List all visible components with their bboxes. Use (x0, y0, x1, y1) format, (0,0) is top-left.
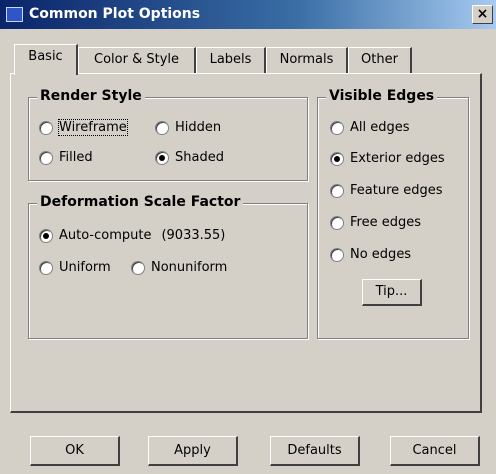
radio-feature-edges[interactable]: Feature edges (330, 183, 443, 198)
radio-free-edges-circle (330, 215, 344, 230)
radio-uniform[interactable]: Uniform (39, 260, 111, 275)
tab-labels[interactable]: Labels (196, 47, 266, 73)
radio-wireframe-circle (39, 120, 53, 135)
radio-auto-compute[interactable]: Auto-compute (9033.55) (39, 228, 225, 243)
apply-button[interactable]: Apply (148, 436, 238, 466)
radio-free-edges[interactable]: Free edges (330, 215, 421, 230)
radio-auto-compute-label: Auto-compute (59, 228, 152, 243)
tab-strip: Basic Color & Style Labels Normals Other (0, 44, 496, 75)
radio-hidden-circle (155, 120, 169, 135)
cancel-button[interactable]: Cancel (390, 436, 480, 466)
defaults-button[interactable]: Defaults (270, 436, 360, 466)
radio-exterior-edges-circle (330, 151, 344, 166)
radio-exterior-edges[interactable]: Exterior edges (330, 151, 445, 166)
title-bar[interactable]: Common Plot Options × (0, 0, 496, 29)
render-style-group: Render Style Wireframe Hidden Filled Sha… (28, 88, 308, 181)
radio-hidden[interactable]: Hidden (155, 120, 221, 135)
tab-normals[interactable]: Normals (266, 47, 348, 73)
auto-compute-value: (9033.55) (161, 228, 226, 243)
radio-filled[interactable]: Filled (39, 150, 93, 165)
tip-button[interactable]: Tip... (362, 279, 422, 306)
radio-all-edges[interactable]: All edges (330, 120, 410, 135)
radio-no-edges-label: No edges (350, 247, 412, 262)
tab-basic[interactable]: Basic (14, 44, 78, 75)
radio-filled-label: Filled (59, 150, 93, 165)
radio-nonuniform[interactable]: Nonuniform (131, 260, 227, 275)
radio-nonuniform-label: Nonuniform (151, 260, 228, 275)
radio-no-edges-circle (330, 247, 344, 262)
radio-shaded[interactable]: Shaded (155, 150, 224, 165)
radio-free-edges-label: Free edges (350, 215, 421, 230)
radio-uniform-circle (39, 260, 53, 275)
radio-wireframe-label: Wireframe (58, 119, 128, 136)
radio-no-edges[interactable]: No edges (330, 247, 411, 262)
visible-edges-group: Visible Edges All edges Exterior edges F… (317, 88, 469, 339)
radio-wireframe[interactable]: Wireframe (39, 119, 128, 136)
tab-color-style[interactable]: Color & Style (78, 47, 196, 73)
radio-shaded-label: Shaded (175, 150, 224, 165)
radio-auto-compute-circle (39, 228, 53, 243)
render-style-title: Render Style (37, 88, 145, 104)
radio-nonuniform-circle (131, 260, 145, 275)
deformation-scale-title: Deformation Scale Factor (37, 194, 244, 210)
app-window-icon (6, 7, 23, 22)
window-title: Common Plot Options (29, 6, 201, 22)
radio-filled-circle (39, 150, 53, 165)
radio-exterior-edges-label: Exterior edges (350, 151, 445, 166)
radio-all-edges-circle (330, 120, 344, 135)
radio-hidden-label: Hidden (175, 120, 222, 135)
radio-feature-edges-label: Feature edges (350, 183, 443, 198)
radio-all-edges-label: All edges (350, 120, 410, 135)
radio-shaded-circle (155, 150, 169, 165)
ok-button[interactable]: OK (30, 436, 120, 466)
tab-other[interactable]: Other (348, 47, 412, 73)
close-button[interactable]: × (472, 5, 493, 24)
radio-feature-edges-circle (330, 183, 344, 198)
visible-edges-title: Visible Edges (326, 88, 438, 104)
radio-uniform-label: Uniform (59, 260, 111, 275)
deformation-scale-group: Deformation Scale Factor Auto-compute (9… (28, 194, 308, 339)
